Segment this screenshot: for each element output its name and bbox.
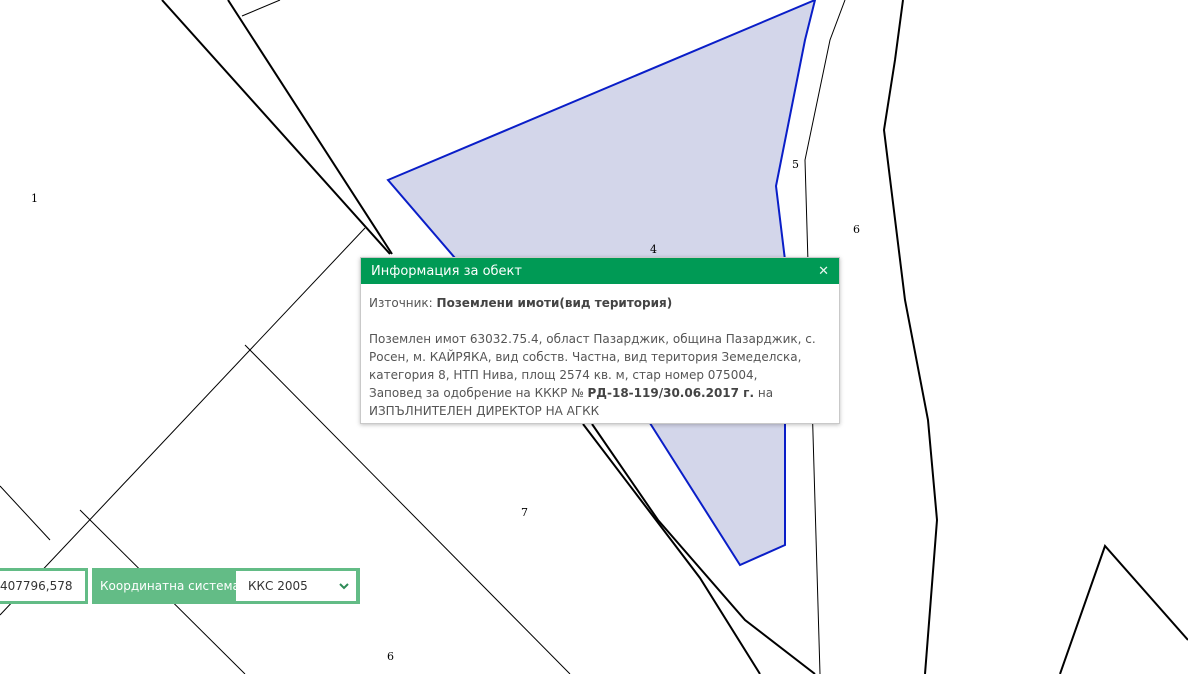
parcel-boundary [241, 0, 281, 17]
road-boundary [882, 0, 939, 674]
order-number: РД-18-119/30.06.2017 г. [587, 386, 755, 400]
coordinate-system-select[interactable]: ККС 2005 [236, 571, 356, 601]
popup-title: Информация за обект [371, 263, 522, 279]
coordinate-system-label: Координатна система [100, 579, 240, 593]
road-boundary [161, 0, 391, 255]
parcel-boundary [0, 485, 51, 541]
coordinate-value-field[interactable]: 407796,578 [0, 568, 88, 604]
description-line: категория 8, НТП Нива, площ 2574 кв. м, … [369, 368, 758, 382]
popup-header: Информация за обект ✕ [361, 258, 839, 284]
road-boundary [1059, 544, 1188, 674]
coordinate-bar: 407796,578 Координатна система ККС 2005 [0, 568, 360, 604]
parcel-label: 5 [792, 158, 799, 171]
source-value: Поземлени имоти(вид територия) [436, 296, 673, 310]
order-prefix: Заповед за одобрение на КККР № [369, 386, 584, 400]
parcel-label: 4 [650, 243, 657, 256]
coordinate-value: 407796,578 [0, 579, 73, 593]
close-icon[interactable]: ✕ [818, 265, 829, 278]
parcel-label: 6 [853, 223, 860, 236]
description-line: ИЗПЪЛНИТЕЛЕН ДИРЕКТОР НА АГКК [369, 404, 600, 418]
parcel-label: 7 [521, 506, 528, 519]
popup-body: Източник: Поземлени имоти(вид територия)… [361, 284, 839, 420]
description-line: Росен, м. КАЙРЯКА, вид собств. Частна, в… [369, 350, 802, 364]
object-info-popup: Информация за обект ✕ Източник: Поземлен… [360, 257, 840, 424]
chevron-down-icon [339, 583, 349, 590]
source-line: Източник: Поземлени имоти(вид територия) [369, 294, 831, 312]
parcel-boundary [0, 227, 366, 616]
coordinate-system-control: Координатна система ККС 2005 [92, 568, 360, 604]
source-label: Източник: [369, 296, 433, 310]
description-line: Заповед за одобрение на КККР № РД-18-119… [369, 384, 831, 402]
description-line: Поземлен имот 63032.75.4, област Пазардж… [369, 332, 816, 346]
order-suffix: на [757, 386, 774, 400]
object-description: Поземлен имот 63032.75.4, област Пазардж… [369, 330, 831, 420]
road-boundary [227, 0, 393, 255]
parcel-label: 6 [387, 650, 394, 663]
coordinate-system-value: ККС 2005 [248, 579, 308, 593]
parcel-label: 1 [31, 192, 38, 205]
